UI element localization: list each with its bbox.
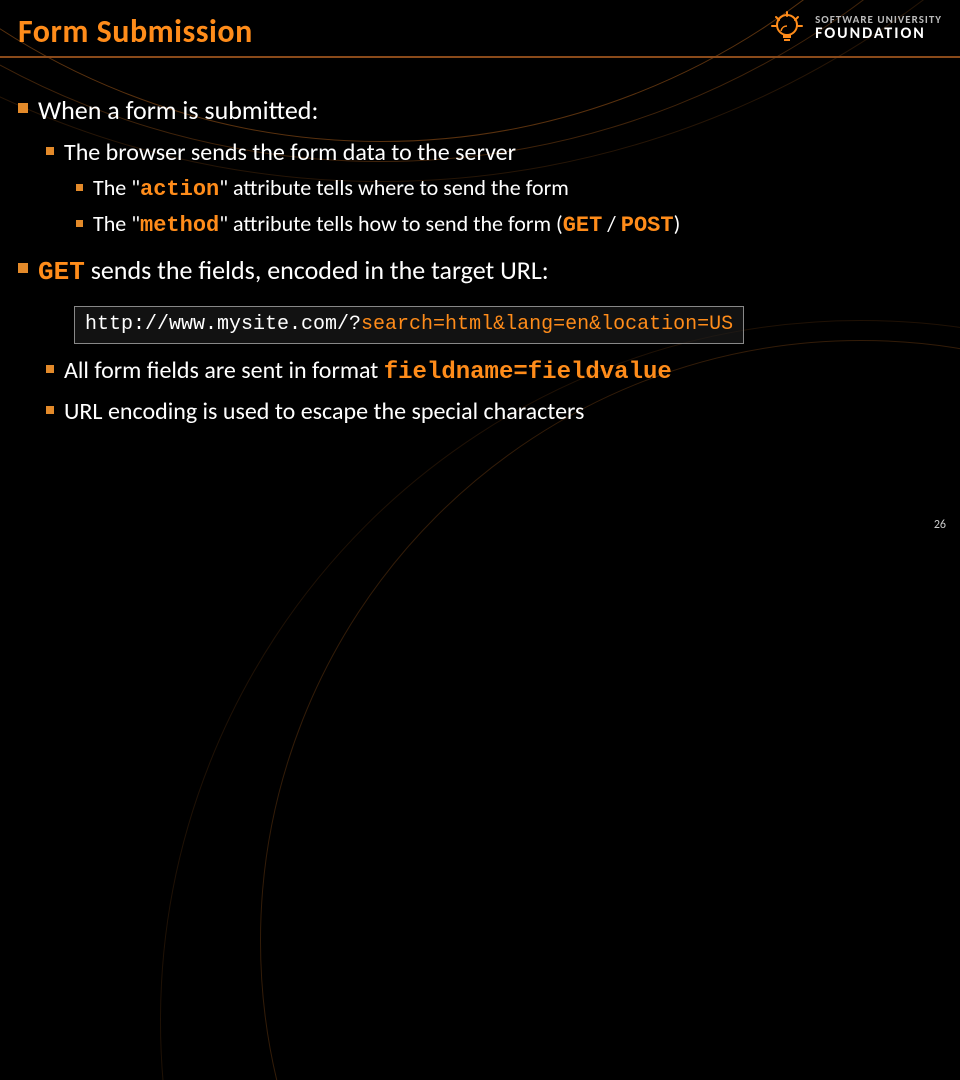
brand-line2: FOUNDATION — [815, 26, 942, 42]
decor-arc — [260, 340, 960, 1080]
code-inline: GET — [38, 257, 85, 287]
bullet-text: All form fields are sent in format field… — [64, 356, 672, 385]
bullet-l2: The browser sends the form data to the s… — [46, 136, 942, 171]
bullet-l3: The "action" attribute tells where to se… — [76, 172, 942, 206]
bullet-icon — [46, 365, 54, 373]
slide-title: Form Submission — [18, 12, 253, 51]
bullet-icon — [18, 263, 28, 273]
code-inline: method — [140, 213, 219, 238]
bullet-icon — [46, 406, 54, 414]
bullet-text: The "action" attribute tells where to se… — [93, 174, 569, 201]
code-inline: GET — [563, 213, 603, 238]
brand-logo: SOFTWARE UNIVERSITY FOUNDATION — [767, 8, 942, 48]
code-accent: search=html&lang=en&location=US — [361, 313, 733, 336]
code-text: http://www.mysite.com/? — [85, 313, 361, 336]
bullet-icon — [18, 103, 28, 113]
slide-body: When a form is submitted: The browser se… — [18, 92, 942, 432]
bullet-l3: The "method" attribute tells how to send… — [76, 208, 942, 242]
bullet-icon — [76, 220, 83, 227]
code-inline: action — [140, 177, 219, 202]
code-inline: POST — [621, 213, 674, 238]
lightbulb-icon — [767, 8, 807, 48]
brand-text: SOFTWARE UNIVERSITY FOUNDATION — [815, 14, 942, 42]
bullet-text: GET sends the fields, encoded in the tar… — [38, 254, 549, 286]
bullet-l1: GET sends the fields, encoded in the tar… — [18, 252, 942, 292]
code-block: http://www.mysite.com/?search=html&lang=… — [74, 306, 744, 344]
bullet-icon — [76, 184, 83, 191]
code-inline: fieldname=fieldvalue — [384, 359, 672, 386]
bullet-text: URL encoding is used to escape the speci… — [64, 397, 584, 426]
decor-arc — [160, 320, 960, 1080]
bullet-l1: When a form is submitted: — [18, 92, 942, 130]
bullet-text: The "method" attribute tells how to send… — [93, 210, 680, 237]
bullet-text: When a form is submitted: — [38, 94, 318, 126]
bullet-l2: All form fields are sent in format field… — [46, 354, 942, 391]
bullet-l2: URL encoding is used to escape the speci… — [46, 395, 942, 430]
title-rule — [0, 56, 960, 58]
bullet-icon — [46, 147, 54, 155]
page-number: 26 — [934, 518, 946, 532]
bullet-text: The browser sends the form data to the s… — [64, 138, 516, 167]
